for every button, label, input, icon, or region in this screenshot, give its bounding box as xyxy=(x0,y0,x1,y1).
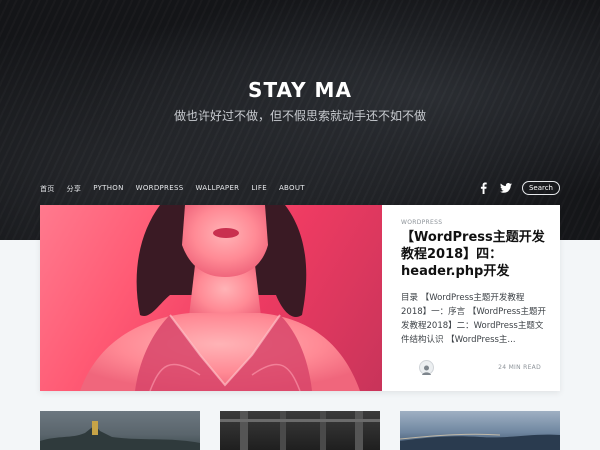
search-button[interactable]: Search xyxy=(521,181,560,195)
featured-post-image[interactable] xyxy=(40,205,382,391)
nav-item-life[interactable]: LIFE xyxy=(251,184,267,194)
featured-post-card[interactable]: WORDPRESS 【WordPress主题开发教程2018】四：header.… xyxy=(40,205,560,391)
twitter-icon[interactable] xyxy=(499,182,512,194)
facebook-icon[interactable] xyxy=(478,182,490,194)
read-time: 24 MIN READ xyxy=(498,364,541,371)
hero-header: STAY MA 做也许好过不做，但不假思索就动手还不如不做 首页 分享 PYTH… xyxy=(0,0,600,240)
nav-actions: Search xyxy=(478,181,560,195)
author-avatar[interactable] xyxy=(419,360,434,375)
nav-item-home[interactable]: 首页 xyxy=(40,184,55,194)
nav-item-about[interactable]: ABOUT xyxy=(279,184,305,194)
featured-post-body: WORDPRESS 【WordPress主题开发教程2018】四：header.… xyxy=(401,205,551,391)
nav-item-python[interactable]: PYTHON xyxy=(93,184,123,194)
post-category[interactable]: WORDPRESS xyxy=(401,219,442,226)
post-card-thumbnail[interactable] xyxy=(40,411,200,450)
nav-item-wallpaper[interactable]: WALLPAPER xyxy=(195,184,239,194)
site-title[interactable]: STAY MA xyxy=(0,78,600,102)
post-title[interactable]: 【WordPress主题开发教程2018】四：header.php开发 xyxy=(401,229,551,280)
main-nav: 首页 分享 PYTHON WORDPRESS WALLPAPER LIFE AB… xyxy=(40,184,305,194)
nav-item-wordpress[interactable]: WORDPRESS xyxy=(136,184,184,194)
post-excerpt: 目录 【WordPress主题开发教程2018】一：序言 【WordPress主… xyxy=(401,293,547,345)
post-card-thumbnail[interactable] xyxy=(220,411,380,450)
site-tagline: 做也许好过不做，但不假思索就动手还不如不做 xyxy=(173,109,426,123)
post-card-thumbnail[interactable] xyxy=(400,411,560,450)
nav-item-share[interactable]: 分享 xyxy=(67,184,82,194)
